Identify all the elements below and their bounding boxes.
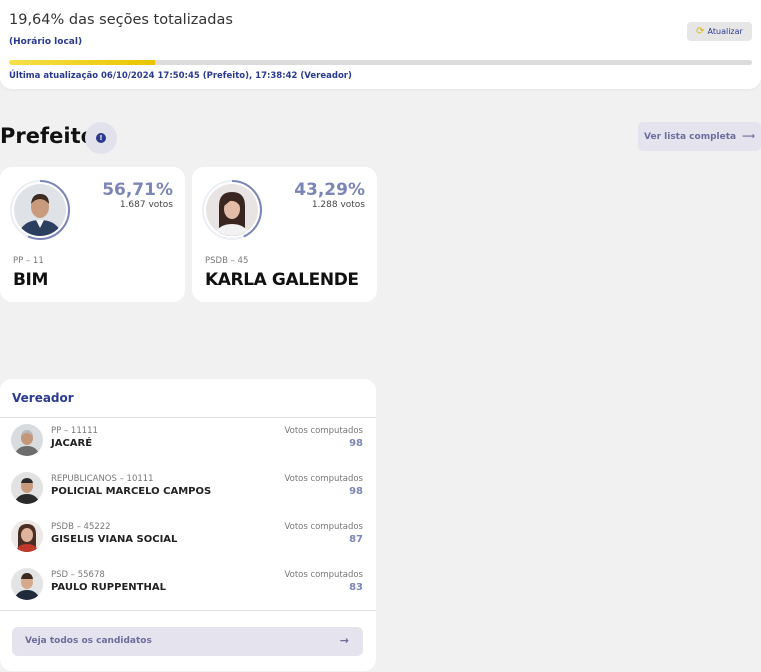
refresh-button[interactable]: ⟳ Atualizar (687, 22, 752, 41)
divider (0, 610, 376, 611)
vereador-row[interactable]: REPUBLICANOS – 10111 POLICIAL MARCELO CA… (0, 472, 376, 520)
candidate-avatar (11, 568, 43, 600)
vereador-party: PP – 11111 (51, 426, 98, 436)
refresh-button-label: Atualizar (707, 27, 743, 36)
vereador-row[interactable]: PSD – 55678 PAULO RUPPENTHAL Votos compu… (0, 568, 376, 616)
vereador-party: PSDB – 45222 (51, 522, 111, 532)
prefeito-heading: Prefeito (0, 124, 96, 148)
votes-label: Votos computados (284, 474, 363, 484)
vereador-heading: Vereador (12, 391, 74, 405)
totalization-progress-bar (9, 60, 752, 65)
full-list-button[interactable]: Ver lista completa ⟶ (638, 122, 761, 151)
vereador-name: POLICIAL MARCELO CAMPOS (51, 486, 212, 497)
sections-totalized-text: 19,64% das seções totalizadas (9, 12, 233, 28)
candidate-photo (14, 184, 66, 236)
candidate-name: KARLA GALENDE (205, 270, 359, 290)
divider (0, 417, 376, 418)
candidate-percent: 43,29% (294, 180, 365, 200)
vereador-row[interactable]: PSDB – 45222 GISELIS VIANA SOCIAL Votos … (0, 520, 376, 568)
totalization-progress-fill (9, 60, 155, 65)
votes-label: Votos computados (284, 570, 363, 580)
full-list-label: Ver lista completa (644, 131, 737, 142)
last-update-text: Última atualização 06/10/2024 17:50:45 (… (9, 71, 352, 81)
vereador-name: PAULO RUPPENTHAL (51, 582, 166, 593)
candidate-votes: 1.687 votos (119, 200, 173, 210)
vereador-party: REPUBLICANOS – 10111 (51, 474, 154, 484)
info-icon: ! (96, 133, 106, 143)
vereador-party: PSD – 55678 (51, 570, 105, 580)
vereador-card: Vereador PP – 11111 JACARÉ Votos computa… (0, 379, 376, 671)
candidate-name: BIM (13, 270, 48, 290)
arrow-right-icon: ⟶ (742, 131, 755, 142)
vereador-votes: 83 (349, 582, 363, 593)
vereador-name: JACARÉ (51, 438, 93, 449)
refresh-icon: ⟳ (696, 25, 705, 37)
vereador-votes: 98 (349, 438, 363, 449)
candidate-avatar (11, 520, 43, 552)
candidate-party: PP – 11 (13, 256, 44, 266)
totalization-status-card: 19,64% das seções totalizadas (Horário l… (0, 0, 761, 89)
candidate-percent: 56,71% (102, 180, 173, 200)
info-button[interactable]: ! (85, 122, 117, 154)
candidate-avatar (11, 424, 43, 456)
votes-label: Votos computados (284, 426, 363, 436)
vereador-votes: 98 (349, 486, 363, 497)
candidate-card[interactable]: 43,29% 1.288 votos PSDB – 45 KARLA GALEN… (192, 167, 377, 302)
candidate-avatar (11, 472, 43, 504)
arrow-right-icon: → (339, 634, 349, 647)
votes-label: Votos computados (284, 522, 363, 532)
vereador-votes: 87 (349, 534, 363, 545)
candidate-party: PSDB – 45 (205, 256, 249, 266)
all-candidates-label: Veja todos os candidatos (25, 636, 152, 646)
candidate-photo (206, 184, 258, 236)
vereador-row[interactable]: PP – 11111 JACARÉ Votos computados 98 (0, 424, 376, 472)
local-time-note: (Horário local) (9, 37, 83, 47)
candidate-card[interactable]: 56,71% 1.687 votos PP – 11 BIM (0, 167, 185, 302)
all-candidates-button[interactable]: Veja todos os candidatos → (12, 627, 363, 656)
vereador-name: GISELIS VIANA SOCIAL (51, 534, 178, 545)
candidate-votes: 1.288 votos (311, 200, 365, 210)
